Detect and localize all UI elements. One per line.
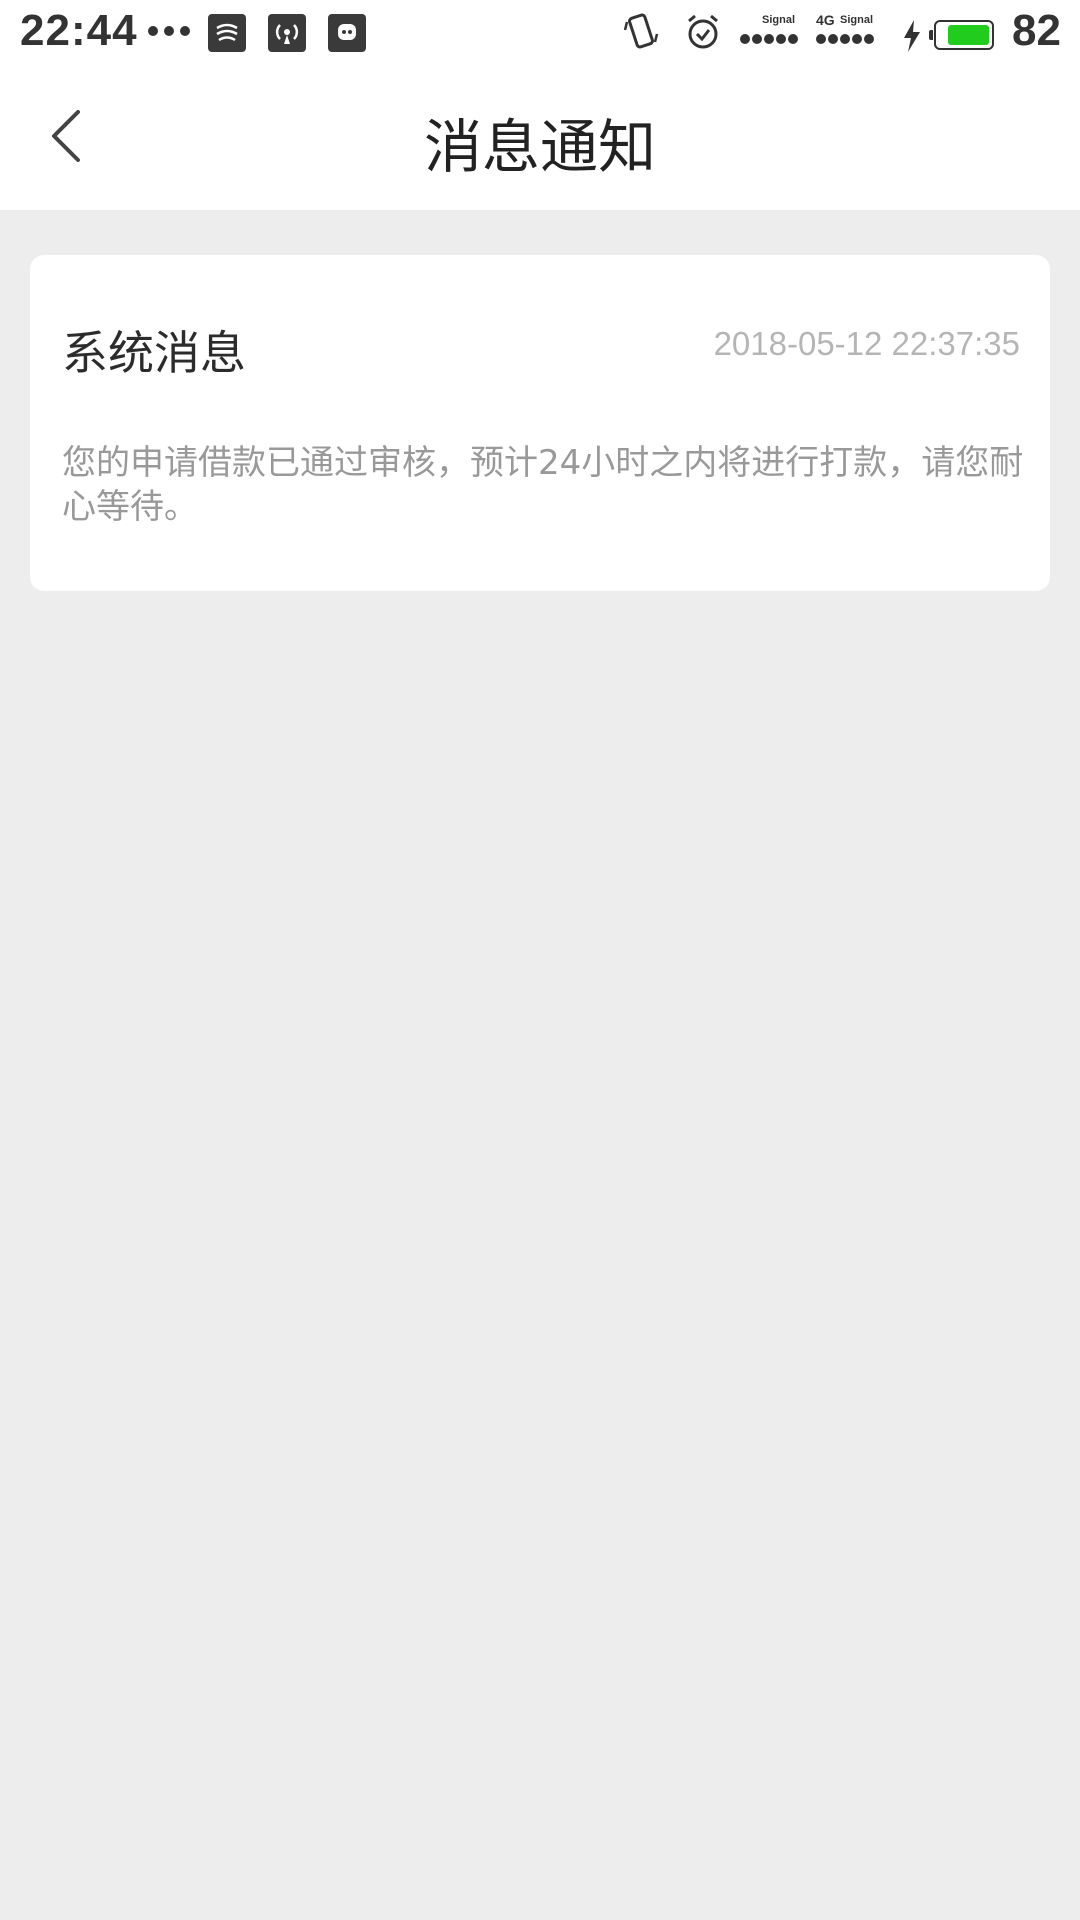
alarm-icon bbox=[684, 12, 722, 56]
page-title: 消息通知 bbox=[423, 113, 656, 181]
battery-icon bbox=[929, 20, 994, 50]
status-bar: 22:44 Signal 4G Signal 82 bbox=[0, 0, 1080, 64]
signal-label-2: Signal bbox=[840, 14, 874, 26]
message-timestamp: 2018-05-12 22:37:35 bbox=[713, 325, 1020, 362]
signal-icon: Signal bbox=[740, 14, 804, 50]
message-title: 系统消息 bbox=[62, 326, 246, 380]
vibrate-icon bbox=[623, 12, 660, 56]
screen: 22:44 Signal 4G Signal 82 消息通知 系统消息 2018… bbox=[0, 0, 1080, 1920]
app-notification-icon bbox=[208, 14, 246, 52]
network-type-label: 4G bbox=[816, 12, 835, 28]
status-time: 22:44 bbox=[20, 6, 138, 55]
hotspot-icon bbox=[268, 14, 306, 52]
battery-fill bbox=[948, 25, 989, 45]
more-dots-icon bbox=[148, 26, 190, 36]
battery-level: 82 bbox=[1012, 6, 1061, 55]
header-bar: 消息通知 bbox=[0, 64, 1080, 210]
chat-app-icon bbox=[328, 14, 366, 52]
message-card[interactable]: 系统消息 2018-05-12 22:37:35 您的申请借款已通过审核，预计2… bbox=[30, 255, 1050, 591]
signal-4g-icon: 4G Signal bbox=[816, 12, 880, 50]
message-body: 您的申请借款已通过审核，预计24小时之内将进行打款，请您耐心等待。 bbox=[62, 443, 1024, 527]
signal-label: Signal bbox=[762, 14, 796, 26]
charging-icon bbox=[900, 18, 924, 58]
